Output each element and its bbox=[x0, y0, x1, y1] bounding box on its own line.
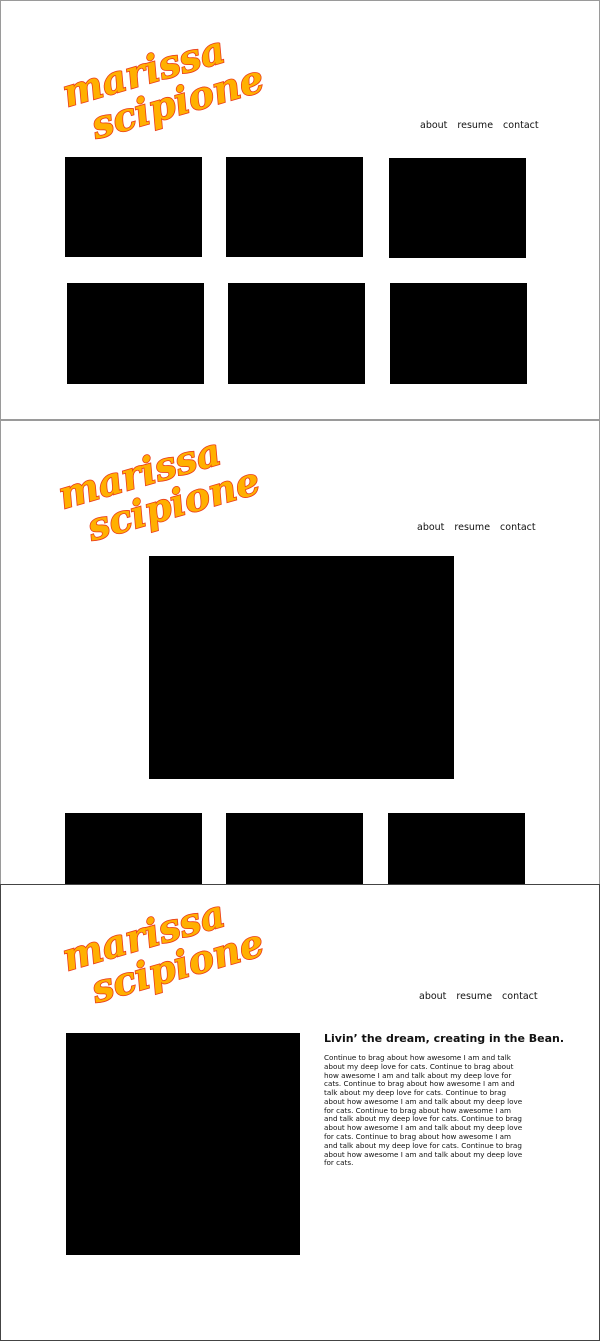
profile-photo bbox=[66, 1033, 300, 1255]
logo-line-1: marissa bbox=[57, 890, 230, 979]
about-heading: Livin’ the dream, creating in the Bean. bbox=[324, 1032, 565, 1045]
portfolio-tile[interactable] bbox=[389, 158, 526, 258]
portfolio-tile[interactable] bbox=[226, 813, 363, 885]
logo-line-1: marissa bbox=[57, 26, 230, 115]
portfolio-tile[interactable] bbox=[388, 813, 525, 885]
portfolio-tile[interactable] bbox=[67, 283, 204, 384]
about-body-text: Continue to brag about how awesome I am … bbox=[324, 1053, 523, 1168]
portfolio-grid-frame: marissa scipione about resume contact bbox=[0, 0, 600, 420]
nav-link-resume[interactable]: resume bbox=[454, 522, 490, 533]
portfolio-tile[interactable] bbox=[65, 813, 202, 885]
main-nav: about resume contact bbox=[419, 991, 538, 1002]
main-nav: about resume contact bbox=[417, 522, 536, 533]
nav-link-contact[interactable]: contact bbox=[502, 991, 538, 1002]
logo[interactable]: marissa scipione bbox=[1, 885, 600, 1045]
logo-line-2: scipione bbox=[85, 920, 269, 1012]
portfolio-tile[interactable] bbox=[65, 157, 202, 257]
nav-link-contact[interactable]: contact bbox=[503, 120, 539, 131]
nav-link-resume[interactable]: resume bbox=[457, 120, 493, 131]
about-frame: marissa scipione about resume contact Li… bbox=[0, 884, 600, 1341]
project-detail-frame: marissa scipione about resume contact bbox=[0, 420, 600, 885]
featured-project-image[interactable] bbox=[149, 556, 454, 779]
logo-line-2: scipione bbox=[81, 458, 265, 550]
logo-line-1: marissa bbox=[53, 428, 226, 517]
portfolio-tile[interactable] bbox=[228, 283, 365, 384]
nav-link-resume[interactable]: resume bbox=[456, 991, 492, 1002]
logo-line-2: scipione bbox=[85, 56, 269, 148]
portfolio-tile[interactable] bbox=[226, 157, 363, 257]
nav-link-about[interactable]: about bbox=[420, 120, 447, 131]
logo[interactable]: marissa scipione bbox=[1, 1, 600, 161]
main-nav: about resume contact bbox=[420, 120, 539, 131]
nav-link-about[interactable]: about bbox=[419, 991, 446, 1002]
nav-link-contact[interactable]: contact bbox=[500, 522, 536, 533]
portfolio-tile[interactable] bbox=[390, 283, 527, 384]
nav-link-about[interactable]: about bbox=[417, 522, 444, 533]
